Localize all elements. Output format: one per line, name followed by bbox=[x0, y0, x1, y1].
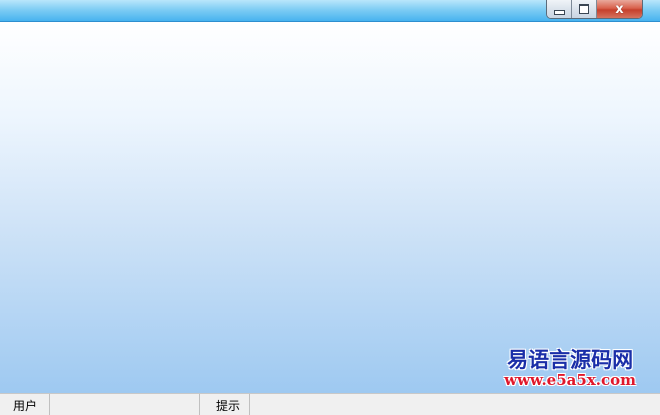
watermark: 易语言源码网 www.e5a5x.com bbox=[504, 348, 636, 389]
main-window: x 易语言源码网 www.e5a5x.com 用户 提示 bbox=[0, 0, 660, 415]
close-button[interactable]: x bbox=[597, 0, 642, 18]
status-bar: 用户 提示 bbox=[0, 393, 660, 415]
status-pane-user: 用户 bbox=[0, 394, 50, 415]
maximize-button[interactable] bbox=[572, 0, 597, 18]
watermark-url: www.e5a5x.com bbox=[504, 371, 636, 389]
close-icon: x bbox=[615, 1, 624, 17]
maximize-icon bbox=[579, 4, 589, 14]
status-pane-hint: 提示 bbox=[200, 394, 250, 415]
caption-buttons: x bbox=[546, 0, 643, 19]
status-pane-user-value bbox=[50, 394, 200, 415]
minimize-icon bbox=[553, 9, 565, 15]
watermark-title: 易语言源码网 bbox=[507, 347, 634, 372]
minimize-button[interactable] bbox=[547, 0, 572, 18]
client-area: 易语言源码网 www.e5a5x.com bbox=[0, 22, 660, 393]
status-pane-hint-value bbox=[250, 394, 660, 415]
title-bar[interactable]: x bbox=[0, 0, 660, 22]
